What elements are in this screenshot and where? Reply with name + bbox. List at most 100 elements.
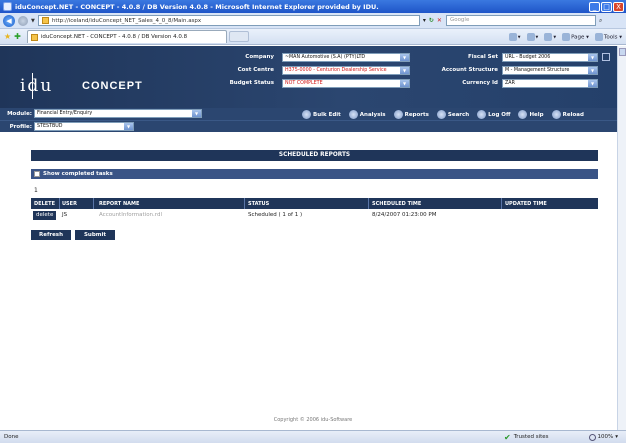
window-controls: _ □ X	[589, 1, 624, 12]
currency-select[interactable]: ZAR ▼	[502, 79, 598, 88]
nav-search-label: Search	[447, 111, 470, 118]
chevron-down-icon: ▼	[588, 54, 597, 61]
window-titlebar: iduConcept.NET - CONCEPT - 4.0.8 / DB Ve…	[0, 0, 626, 13]
nav-log-off-label: Log Off	[488, 111, 511, 118]
security-zone[interactable]: ✔ Trusted sites	[504, 433, 548, 442]
print-icon	[544, 32, 553, 41]
cell-user: JS	[62, 212, 68, 218]
refresh-icon[interactable]: ↻	[429, 17, 434, 24]
idu-concept-logo: idu CONCEPT	[12, 66, 152, 100]
refresh-button[interactable]: Refresh	[31, 230, 71, 240]
fiscal-set-select[interactable]: URL - Budget 2006 ▼	[502, 53, 598, 62]
company-select[interactable]: ~MAN Automotive (S.A) (PTY)LTD ▼	[282, 53, 410, 62]
maximize-button[interactable]: □	[601, 1, 612, 12]
zoom-control[interactable]: 100% ▾	[588, 433, 618, 441]
col-divider	[93, 198, 94, 209]
account-structure-value: M - Management Structure	[505, 68, 570, 73]
stop-icon[interactable]: ✕	[437, 17, 442, 24]
nav-bulk-edit[interactable]: Bulk Edit	[302, 110, 341, 119]
nav-reload-label: Reload	[562, 111, 584, 118]
cell-status: Scheduled ( 1 of 1 )	[248, 212, 303, 218]
home-button[interactable]: ▾	[508, 32, 521, 41]
col-divider	[244, 198, 245, 209]
chevron-down-icon: ▼	[400, 67, 409, 74]
tools-menu[interactable]: Tools ▾	[594, 32, 622, 41]
zoom-icon	[588, 433, 596, 441]
show-completed-checkbox[interactable]	[34, 171, 40, 177]
scroll-up-arrow[interactable]	[619, 48, 626, 56]
favorites-star-icon[interactable]: ★	[4, 32, 11, 41]
security-zone-label: Trusted sites	[513, 434, 549, 440]
zoom-dropdown-icon: ▾	[615, 434, 618, 440]
page-menu-icon	[562, 32, 571, 41]
nav-help[interactable]: Help	[518, 110, 544, 119]
module-select[interactable]: Financial Entry/Enquiry ▼	[34, 109, 202, 118]
address-row: ◀ ▼ http://iceland/iduConcept_NET_Sales_…	[0, 13, 626, 29]
bulk-edit-icon	[302, 110, 311, 119]
feeds-button[interactable]: ▾	[526, 32, 538, 41]
col-status: STATUS	[248, 201, 270, 207]
address-url[interactable]: http://iceland/iduConcept_NET_Sales_4_0_…	[52, 18, 201, 24]
help-icon	[518, 110, 528, 119]
delete-button[interactable]: delete	[33, 211, 57, 220]
app-header: idu CONCEPT Company ~MAN Automotive (S.A…	[0, 46, 626, 108]
print-button[interactable]: ▾	[544, 32, 556, 41]
back-button[interactable]: ◀	[3, 14, 15, 27]
budget-status-label: Budget Status	[229, 80, 274, 86]
tab-row: ★ ✚ iduConcept.NET - CONCEPT - 4.0.8 / D…	[0, 29, 626, 45]
feeds-icon	[526, 32, 535, 41]
account-structure-select[interactable]: M - Management Structure ▼	[502, 66, 598, 75]
profile-select[interactable]: STESTBUD ▼	[34, 122, 134, 131]
report-name-link[interactable]: AccountInformation.rdl	[99, 212, 162, 218]
col-divider	[501, 198, 502, 209]
table-row: delete JS AccountInformation.rdl Schedul…	[31, 210, 598, 221]
logo-divider	[32, 73, 33, 99]
copyright-text: Copyright © 2006 idu-Software	[273, 417, 353, 423]
main-content: SCHEDULED REPORTS Show completed tasks 1…	[0, 132, 626, 430]
history-dropdown-icon[interactable]: ▼	[31, 18, 35, 24]
window-title: iduConcept.NET - CONCEPT - 4.0.8 / DB Ve…	[15, 2, 379, 11]
nav-log-off[interactable]: Log Off	[477, 110, 510, 119]
address-bar[interactable]: http://iceland/iduConcept_NET_Sales_4_0_…	[37, 15, 420, 26]
minimize-button[interactable]: _	[589, 1, 600, 12]
reports-table-header: DELETE USER REPORT NAME STATUS SCHEDULED…	[31, 198, 598, 209]
nav-analysis[interactable]: Analysis	[348, 110, 386, 119]
address-dropdown-icon[interactable]: ▾	[423, 17, 426, 24]
cost-centre-value: H375-0000 - Centurion Dealership Service	[285, 68, 387, 73]
module-label: Module:	[7, 111, 32, 117]
search-icon[interactable]: ⌕	[599, 17, 602, 25]
section-title: SCHEDULED REPORTS	[31, 150, 598, 161]
budget-status-select[interactable]: NOT COMPLETE ▼	[282, 79, 410, 88]
show-completed-label: Show completed tasks	[43, 171, 113, 177]
logo-concept-text: CONCEPT	[82, 80, 143, 92]
col-report-name: REPORT NAME	[99, 201, 140, 207]
module-bar: Module: Financial Entry/Enquiry ▼ Bulk Ed…	[0, 108, 626, 120]
nav-reload[interactable]: Reload	[551, 110, 584, 119]
command-bar: ▾ ▾ ▾ Page ▾ Tools ▾	[508, 32, 622, 41]
nav-search[interactable]: Search	[436, 110, 470, 119]
cost-centre-select[interactable]: H375-0000 - Centurion Dealership Service…	[282, 66, 410, 75]
tab-page-icon	[30, 33, 38, 41]
close-button[interactable]: X	[613, 1, 624, 12]
tools-menu-label: Tools	[603, 34, 618, 40]
show-completed-row: Show completed tasks	[31, 169, 598, 179]
fiscal-set-label: Fiscal Set	[467, 54, 498, 60]
company-label: Company	[245, 54, 274, 60]
nav-reports[interactable]: Reports	[393, 110, 429, 119]
header-toggle-icon[interactable]	[602, 53, 610, 61]
address-actions: ▾ ↻ ✕	[423, 17, 442, 24]
chevron-down-icon: ▼	[588, 80, 597, 87]
col-divider	[368, 198, 369, 209]
forward-button[interactable]	[18, 15, 28, 26]
page-scrollbar[interactable]	[617, 46, 626, 430]
search-input[interactable]: Google	[445, 15, 596, 26]
nav-bulk-edit-label: Bulk Edit	[313, 111, 341, 118]
module-value: Financial Entry/Enquiry	[37, 111, 93, 116]
page-menu[interactable]: Page ▾	[562, 32, 589, 41]
submit-button[interactable]: Submit	[75, 230, 115, 240]
add-favorite-icon[interactable]: ✚	[14, 32, 21, 41]
page-number-link[interactable]: 1	[34, 187, 38, 194]
browser-tab[interactable]: iduConcept.NET - CONCEPT - 4.0.8 / DB Ve…	[26, 30, 227, 43]
new-tab-button[interactable]	[228, 31, 249, 42]
chevron-down-icon: ▼	[192, 110, 201, 117]
